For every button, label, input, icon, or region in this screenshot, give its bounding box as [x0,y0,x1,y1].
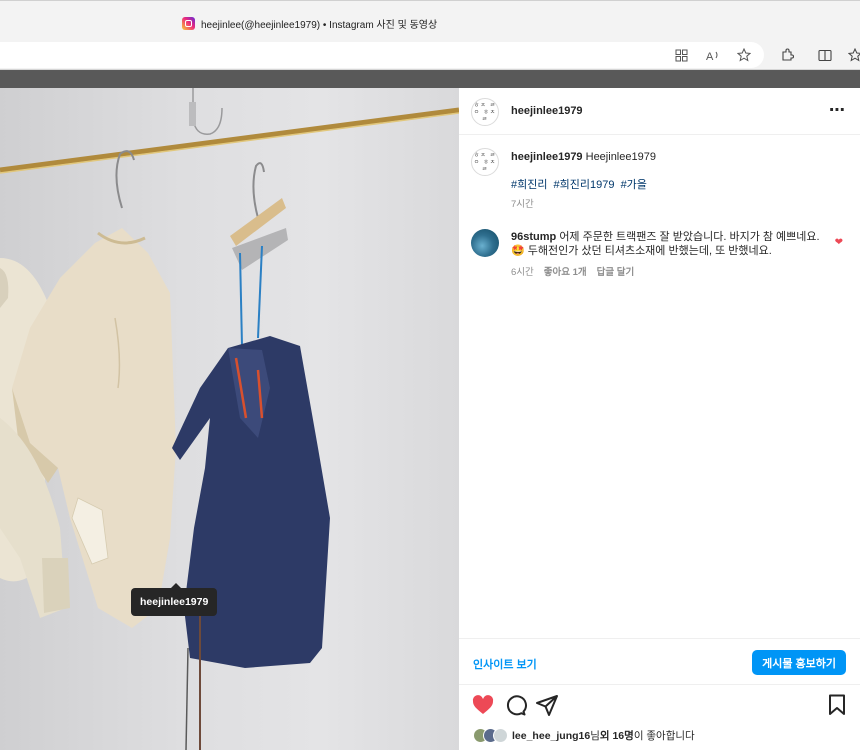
extensions-icon[interactable] [778,46,796,64]
promote-post-button[interactable]: 게시물 홍보하기 [752,650,846,675]
instagram-favicon-icon [182,16,195,30]
bookmark-icon[interactable] [825,693,849,717]
hashtag-link[interactable]: #희진리 [511,179,547,191]
post-username[interactable]: heejinlee1979 [511,105,583,117]
caption-text: Heejinlee1979 [585,151,656,163]
liked-by-text: 님 [590,730,600,742]
photo-user-tag[interactable]: heejinlee1979 [131,583,218,616]
browser-titlebar: heejinlee(@heejinlee1979) • Instagram 사진… [0,0,860,40]
modal-backdrop[interactable] [0,71,860,88]
insight-bar: 인사이트 보기 게시물 홍보하기 [459,638,860,685]
comment-text: 어제 주문한 트랙팬즈 잘 받았습니다. 바지가 참 예쁘네요. 🤩 두해전인가… [511,231,820,257]
comment-username[interactable]: 96stump [511,231,556,243]
post-actions [459,693,860,717]
liked-by-others[interactable]: 외 16명 [600,728,634,743]
view-insights-link[interactable]: 인사이트 보기 [473,656,537,672]
liked-by-text: 이 좋아합니다 [633,730,695,742]
favorite-star-icon[interactable] [735,46,753,64]
caption-username[interactable]: heejinlee1979 [511,151,583,163]
comment-heart-icon[interactable]: ❤ [835,237,843,248]
liked-by: lee_hee_jung16 님 외 16명 이 좋아합니다 [473,728,695,743]
liker-username[interactable]: lee_hee_jung16 [512,730,590,742]
share-icon[interactable] [535,693,559,717]
favorites-icon[interactable] [846,46,860,64]
hashtag-link[interactable]: #희진리1979 [554,179,615,191]
comment-likes-count[interactable]: 좋아요 1개 [544,266,587,280]
post-photo[interactable]: heejinlee1979 [0,88,459,750]
post-header: ㅎㅈ ㄹㅇ ㅎㅈㄹ heejinlee1979 ⋯ [459,88,860,135]
caption-timestamp[interactable]: 7시간 [511,198,841,212]
comment-body: 96stump 어제 주문한 트랙팬즈 잘 받았습니다. 바지가 참 예쁘네요.… [511,230,823,280]
read-aloud-icon[interactable]: A [704,46,722,64]
comment-icon[interactable] [503,693,527,717]
grid-icon[interactable] [672,46,690,64]
caption-body: heejinlee1979 Heejinlee1979 #희진리 #희진리197… [511,150,841,212]
more-options-icon[interactable]: ⋯ [829,100,846,120]
url-field[interactable] [0,42,764,68]
browser-addressbar: A [0,40,860,70]
like-heart-icon[interactable] [471,693,495,717]
comment-timestamp[interactable]: 6시간 [511,266,534,280]
hashtag-link[interactable]: #가을 [621,179,647,191]
post-side-panel: ㅎㅈ ㄹㅇ ㅎㅈㄹ heejinlee1979 ⋯ ㅎㅈ ㄹㅇ ㅎㅈㄹ heej… [459,88,860,750]
avatar[interactable]: ㅎㅈ ㄹㅇ ㅎㅈㄹ [471,98,499,126]
svg-text:A: A [706,51,714,62]
avatar[interactable]: ㅎㅈ ㄹㅇ ㅎㅈㄹ [471,148,499,176]
caption-hashtags: #희진리 #희진리1979 #가을 [511,178,841,192]
commenter-avatar[interactable] [471,229,499,257]
browser-tab[interactable]: heejinlee(@heejinlee1979) • Instagram 사진… [182,15,437,31]
comment-reply-button[interactable]: 답글 달기 [597,266,635,280]
tab-title: heejinlee(@heejinlee1979) • Instagram 사진… [201,19,438,31]
liker-avatar[interactable] [493,728,508,743]
comment-meta: 6시간 좋아요 1개 답글 달기 [511,266,823,280]
split-screen-icon[interactable] [816,46,834,64]
